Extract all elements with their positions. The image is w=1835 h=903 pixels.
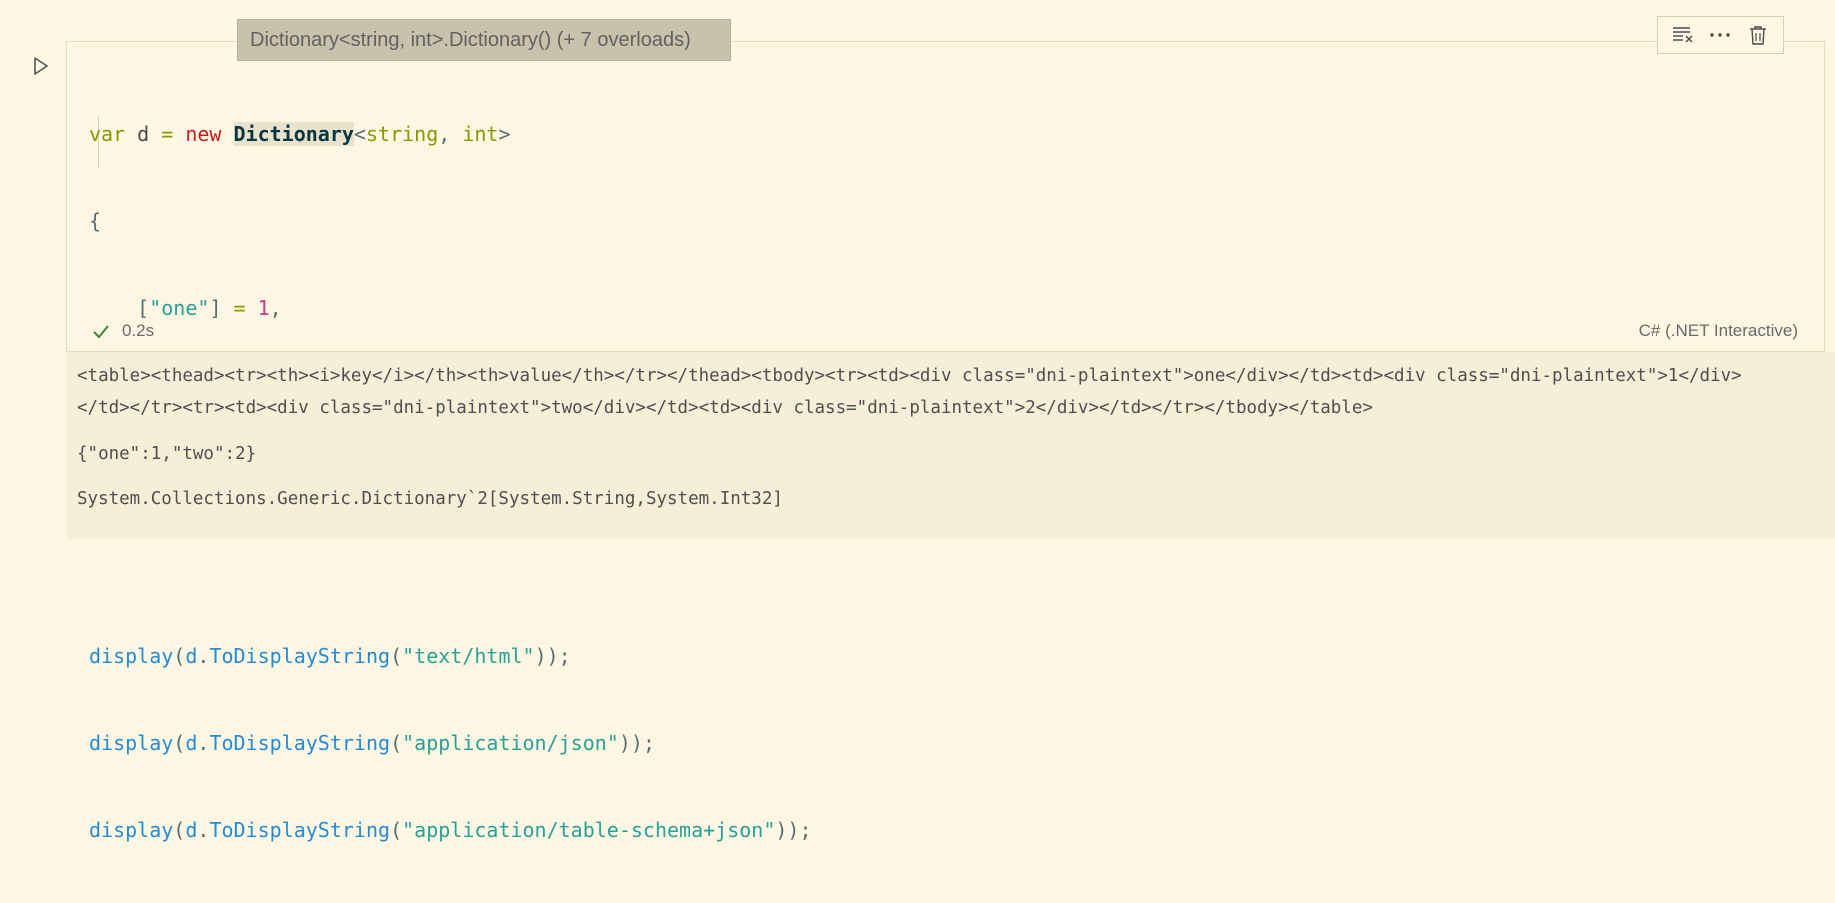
- check-icon: [93, 325, 109, 339]
- code-editor[interactable]: var d = new Dictionary<string, int> { ["…: [66, 41, 1825, 842]
- output-html-line-2: </td></tr><tr><td><div class="dni-plaint…: [77, 398, 1373, 418]
- code-line-7: display(d.ToDisplayString("text/html"));: [89, 644, 571, 668]
- output-type-name: System.Collections.Generic.Dictionary`2[…: [77, 489, 783, 509]
- code-line-1: var d = new Dictionary<string, int>: [89, 122, 511, 146]
- play-icon: [34, 57, 48, 75]
- output-html-line-1: <table><thead><tr><th><i>key</i></th><th…: [77, 366, 1742, 386]
- cell-toolbar: [1657, 16, 1784, 54]
- clear-outputs-icon: [1672, 27, 1693, 43]
- more-actions-button[interactable]: [1705, 20, 1735, 50]
- execution-time: 0.2s: [122, 321, 155, 340]
- kernel-picker[interactable]: C# (.NET Interactive): [1639, 321, 1798, 341]
- code-line-9: display(d.ToDisplayString("application/t…: [89, 818, 812, 842]
- cell-output: <table><thead><tr><th><i>key</i></th><th…: [66, 352, 1835, 539]
- output-json: {"one":1,"two":2}: [77, 444, 257, 464]
- more-actions-icon: [1710, 33, 1731, 37]
- delete-cell-icon: [1750, 26, 1767, 45]
- delete-cell-button[interactable]: [1743, 20, 1773, 50]
- code-line-8: display(d.ToDisplayString("application/j…: [89, 731, 655, 755]
- cell-status-bar: 0.2s C# (.NET Interactive): [67, 313, 1824, 351]
- run-cell-button[interactable]: [30, 55, 52, 77]
- signature-tooltip: Dictionary<string, int>.Dictionary() (+ …: [237, 19, 731, 61]
- code-line-2: {: [89, 209, 102, 233]
- notebook-cell: var d = new Dictionary<string, int> { ["…: [0, 0, 1835, 842]
- clear-outputs-button[interactable]: [1668, 20, 1698, 50]
